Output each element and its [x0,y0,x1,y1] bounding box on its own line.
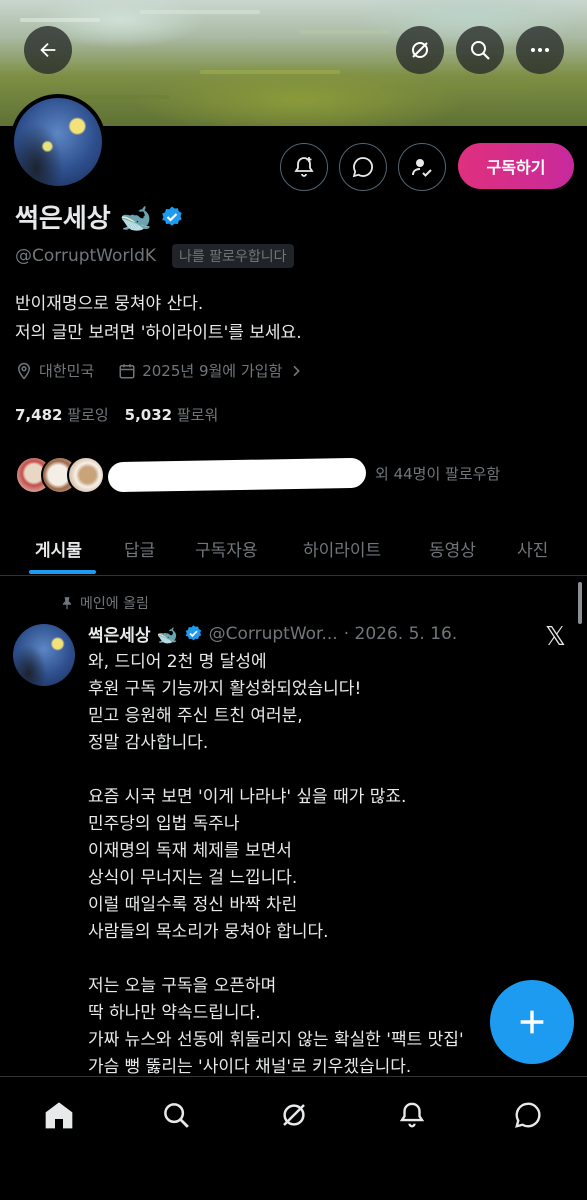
bio-line: 저의 글만 보려면 '하이라이트'를 보세요. [15,323,302,343]
grok-button[interactable] [396,26,444,74]
subscribe-button[interactable]: 구독하기 [458,143,574,189]
followers-count: 5,032 [124,406,173,424]
bell-icon [399,1102,425,1128]
calendar-icon [119,363,135,378]
nav-grok[interactable] [276,1097,312,1133]
pinned-text: 메인에 올림 [80,596,149,612]
followers-label: 팔로워 [176,406,219,424]
follow-stats: 7,482 팔로잉 5,032 팔로워 [15,404,218,425]
tab-photos[interactable]: 사진 [517,520,548,576]
chevron-right-icon[interactable] [288,363,304,379]
post-date: · 2026. 5. 16. [343,623,458,644]
profile-name-row: 썩은세상 🐋 [15,198,184,235]
mutual-followers-avatars[interactable] [15,455,105,495]
nav-home[interactable] [41,1097,77,1133]
compose-button[interactable] [490,980,574,1064]
tab-subscribers[interactable]: 구독자용 [195,520,258,576]
profile-avatar[interactable] [10,94,106,190]
message-icon [515,1102,541,1128]
location-icon [17,362,31,380]
tab-replies[interactable]: 답글 [124,520,155,576]
back-arrow-icon [40,42,56,58]
search-icon [471,41,490,60]
pinned-label: 메인에 올림 [60,593,149,613]
home-icon [45,1102,73,1129]
search-icon [164,1103,189,1128]
followers-link[interactable]: 5,032 팔로워 [125,404,219,425]
back-button[interactable] [24,26,72,74]
bottom-navigation [0,1076,587,1200]
verified-badge-icon[interactable] [160,205,184,229]
x-logo-icon: 𝕏 [545,622,566,652]
notify-button[interactable] [280,143,328,191]
mutual-followers-text[interactable]: 외 44명이 팔로우함 [375,463,500,484]
redaction-scribble [107,457,367,493]
bio-line: 반이재명으로 뭉쳐야 산다. [15,294,204,314]
profile-name: 썩은세상 🐋 [15,204,153,234]
profile-meta: 대한민국 2025년 9월에 가입함 [15,360,304,381]
more-button[interactable] [516,26,564,74]
tab-highlights[interactable]: 하이라이트 [303,520,381,576]
following-label: 팔로잉 [67,406,109,424]
grok-icon [412,42,428,58]
following-button[interactable] [398,143,446,191]
search-button[interactable] [456,26,504,74]
post-author-handle[interactable]: @CorruptWor... [209,624,338,644]
nav-messages[interactable] [510,1097,546,1133]
pin-icon [62,597,72,610]
nav-search[interactable] [158,1097,194,1133]
tab-posts[interactable]: 게시물 [35,520,82,576]
profile-tabs: 게시물 답글 구독자용 하이라이트 동영상 사진 [0,520,587,576]
active-tab-indicator [29,570,96,574]
post-header: 썩은세상 🐋 @CorruptWor... · 2026. 5. 16. [88,621,458,647]
more-icon [531,48,549,52]
tab-videos[interactable]: 동영상 [429,520,476,576]
joined-date[interactable]: 2025년 9월에 가입함 [142,360,282,381]
post-author-name[interactable]: 썩은세상 🐋 [88,621,178,646]
handle-row: @CorruptWorldK 나를 팔로우합니다 [15,244,294,268]
person-check-icon [412,159,432,177]
verified-badge-icon [185,625,201,641]
following-link[interactable]: 7,482 팔로잉 [15,404,109,425]
follows-you-badge: 나를 팔로우합니다 [172,244,294,268]
plus-icon [520,1010,544,1034]
post-avatar[interactable] [13,624,75,686]
profile-bio: 반이재명으로 뭉쳐야 산다. 저의 글만 보려면 '하이라이트'를 보세요. [15,290,302,348]
bell-plus-icon [294,157,314,177]
profile-handle: @CorruptWorldK [15,246,157,266]
following-count: 7,482 [15,406,63,424]
scrollbar[interactable] [578,582,582,624]
location-text: 대한민국 [39,362,95,380]
nav-notifications[interactable] [394,1097,430,1133]
message-icon [352,157,373,178]
avatar [67,456,105,494]
message-button[interactable] [339,143,387,191]
grok-icon [283,1104,305,1126]
